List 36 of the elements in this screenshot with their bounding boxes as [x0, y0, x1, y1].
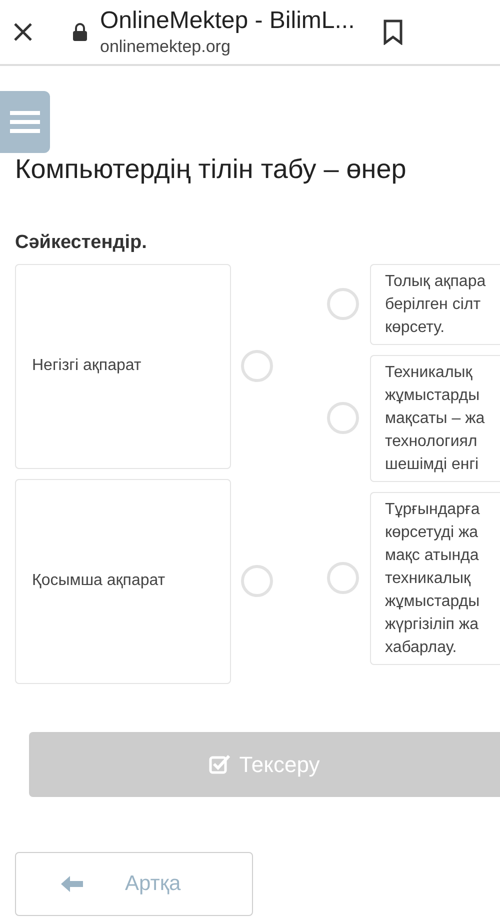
card-text-line: мақс атында: [385, 546, 480, 566]
match-card[interactable]: Тұрғындарға көрсетуді жа мақс атында техникалық жұмыстарды жүргізіліп жа хабарлау.: [370, 492, 500, 664]
match-card[interactable]: Толық ақпара берілген сілт көрсету.: [370, 264, 500, 344]
match-card[interactable]: Қосымша ақпарат: [15, 478, 231, 684]
radio-button[interactable]: [241, 350, 273, 382]
card-text-line: берілген сілт: [385, 294, 482, 314]
card-text-line: хабарлау.: [385, 638, 458, 658]
card-text-line: жүргізіліп жа: [385, 614, 480, 634]
checkbox-icon: [209, 754, 232, 774]
menu-icon: [10, 110, 40, 134]
card-text-line: шешімді енгі: [385, 454, 480, 474]
radio-button[interactable]: [241, 565, 273, 597]
arrow-left-icon: [61, 876, 83, 892]
card-text-line: технологиял: [385, 432, 478, 452]
lesson-title: Компьютердің тілін табу – өнер: [15, 153, 408, 185]
url-text: onlinemektep.org: [100, 36, 232, 58]
radio-button[interactable]: [327, 402, 359, 434]
page-title: OnlineMektep - BilimL...: [100, 6, 355, 36]
menu-button[interactable]: [0, 91, 50, 153]
card-text-line: көрсету.: [385, 318, 446, 338]
match-card[interactable]: Техникалық жұмыстарды мақсаты – жа технологиял шешімді енгі: [370, 354, 500, 482]
close-icon[interactable]: [13, 22, 33, 42]
instruction-text: Сәйкестендір.: [15, 231, 148, 255]
card-text-line: Тұрғындарға: [385, 500, 481, 520]
radio-button[interactable]: [327, 562, 359, 594]
card-text-line: көрсетуді жа: [385, 522, 480, 542]
lock-icon: [73, 23, 87, 41]
radio-button[interactable]: [327, 288, 359, 320]
match-card[interactable]: Негізгі ақпарат: [15, 264, 231, 468]
card-text-line: техникалық: [385, 568, 472, 588]
bookmark-icon[interactable]: [382, 19, 403, 45]
card-text-line: Толық ақпара: [385, 272, 487, 292]
card-text-line: жұмыстарды: [385, 386, 481, 406]
card-text-line: жұмыстарды: [385, 592, 481, 612]
card-text-line: мақсаты – жа: [385, 408, 486, 428]
card-text-line: Техникалық: [385, 362, 474, 382]
